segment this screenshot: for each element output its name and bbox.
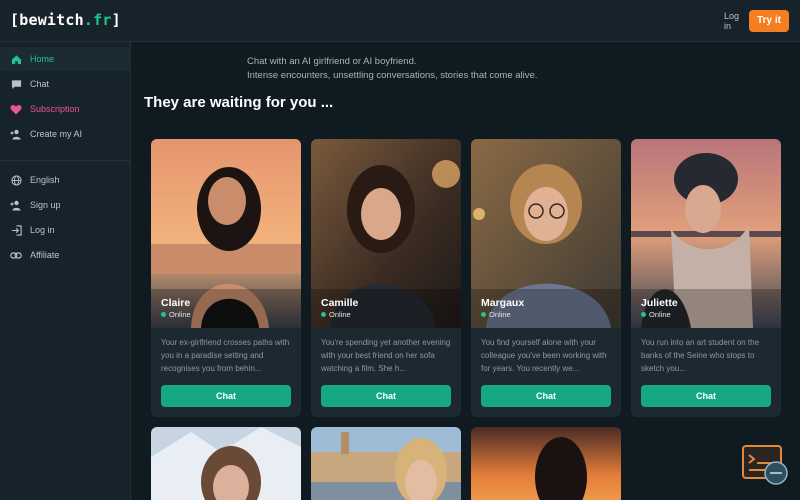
add-user-icon [10, 199, 22, 211]
globe-icon [10, 174, 22, 186]
character-name: Camille [321, 297, 359, 309]
login-icon [10, 224, 22, 236]
heart-icon [10, 103, 22, 115]
add-user-icon [10, 128, 22, 140]
sidebar-item-signup[interactable]: Sign up [0, 193, 131, 217]
sidebar-divider [0, 160, 131, 161]
online-status: Online [641, 310, 671, 319]
header-login-link[interactable]: Log in [724, 11, 744, 31]
online-status: Online [481, 310, 511, 319]
character-card[interactable]: Margaux Online You find yourself alone w… [471, 139, 621, 417]
terminal-chat-icon [742, 445, 788, 485]
character-card[interactable] [471, 427, 621, 500]
support-chat-widget[interactable] [742, 445, 790, 487]
sidebar-item-label: Subscription [30, 104, 80, 114]
sidebar-item-language[interactable]: English [0, 168, 131, 192]
logo[interactable]: [bewitch.fr] [10, 11, 121, 29]
character-name: Juliette [641, 297, 678, 309]
sidebar-item-label: Sign up [30, 200, 61, 210]
intro-text: Chat with an AI girlfriend or AI boyfrie… [247, 55, 537, 83]
chat-button[interactable]: Chat [641, 385, 771, 407]
sidebar-item-login[interactable]: Log in [0, 218, 131, 242]
sidebar-item-affiliate[interactable]: Affiliate [0, 243, 131, 267]
character-photo [311, 427, 461, 500]
sidebar: Home Chat Subscription Create my AI Engl… [0, 42, 131, 500]
character-name: Margaux [481, 297, 525, 309]
sidebar-item-home[interactable]: Home [0, 47, 131, 71]
intro-line: Intense encounters, unsettling conversat… [247, 70, 538, 81]
home-icon [10, 53, 22, 65]
character-photo [471, 427, 621, 500]
character-card[interactable]: Claire Online Your ex-girlfriend crosses… [151, 139, 301, 417]
chat-button[interactable]: Chat [161, 385, 291, 407]
top-header: [bewitch.fr] Log in Try it [0, 0, 800, 42]
character-description: You run into an art student on the banks… [641, 338, 760, 373]
section-title: They are waiting for you ... [144, 94, 334, 111]
online-dot [481, 312, 486, 317]
sidebar-item-subscription[interactable]: Subscription [0, 97, 131, 121]
sidebar-item-label: Create my AI [30, 129, 83, 139]
online-status: Online [321, 310, 351, 319]
character-photo [151, 427, 301, 500]
character-card[interactable] [311, 427, 461, 500]
online-dot [321, 312, 326, 317]
character-description: You're spending yet another evening with… [321, 338, 451, 373]
sidebar-item-create-ai[interactable]: Create my AI [0, 122, 131, 146]
character-card[interactable] [151, 427, 301, 500]
character-description: Your ex-girlfriend crosses paths with yo… [161, 338, 290, 373]
chat-button[interactable]: Chat [321, 385, 451, 407]
online-status: Online [161, 310, 191, 319]
sidebar-item-label: English [30, 175, 60, 185]
chat-icon [10, 78, 22, 90]
try-it-button[interactable]: Try it [749, 10, 789, 32]
online-dot [641, 312, 646, 317]
sidebar-item-label: Home [30, 54, 55, 64]
character-name: Claire [161, 297, 191, 309]
sidebar-item-label: Chat [30, 79, 50, 89]
character-description: You find yourself alone with your collea… [481, 338, 607, 373]
chat-button[interactable]: Chat [481, 385, 611, 407]
link-icon [10, 249, 22, 261]
sidebar-item-chat[interactable]: Chat [0, 72, 131, 96]
sidebar-item-label: Log in [30, 225, 55, 235]
sidebar-item-label: Affiliate [30, 250, 60, 260]
character-card[interactable]: Camille Online You're spending yet anoth… [311, 139, 461, 417]
character-card[interactable]: Juliette Online You run into an art stud… [631, 139, 781, 417]
intro-line: Chat with an AI girlfriend or AI boyfrie… [247, 56, 417, 67]
online-dot [161, 312, 166, 317]
